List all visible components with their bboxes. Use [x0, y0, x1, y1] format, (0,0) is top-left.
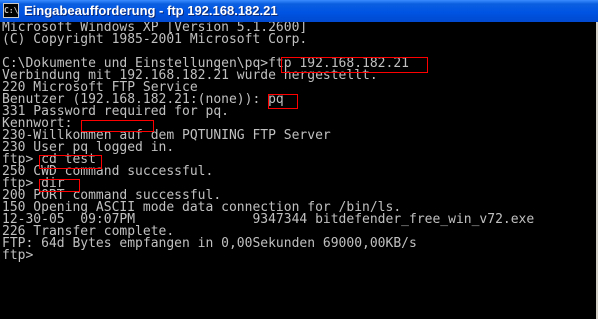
console-line: FTP: 64d Bytes empfangen in 0,00Sekunden…: [2, 236, 417, 251]
console-line: 331 Password required for pq.: [2, 104, 229, 119]
window-title: Eingabeaufforderung - ftp 192.168.182.21: [24, 3, 278, 18]
console-line: ftp>: [2, 248, 34, 263]
console-output[interactable]: Microsoft Windows XP [Version 5.1.2600] …: [2, 22, 598, 319]
console-line: 250 CWD command successful.: [2, 164, 214, 179]
console-line: (C) Copyright 1985-2001 Microsoft Corp.: [2, 32, 308, 47]
cmd-icon[interactable]: C:\: [3, 3, 19, 18]
command-prompt-window: C:\ Eingabeaufforderung - ftp 192.168.18…: [0, 0, 598, 319]
title-bar[interactable]: C:\ Eingabeaufforderung - ftp 192.168.18…: [0, 0, 598, 22]
